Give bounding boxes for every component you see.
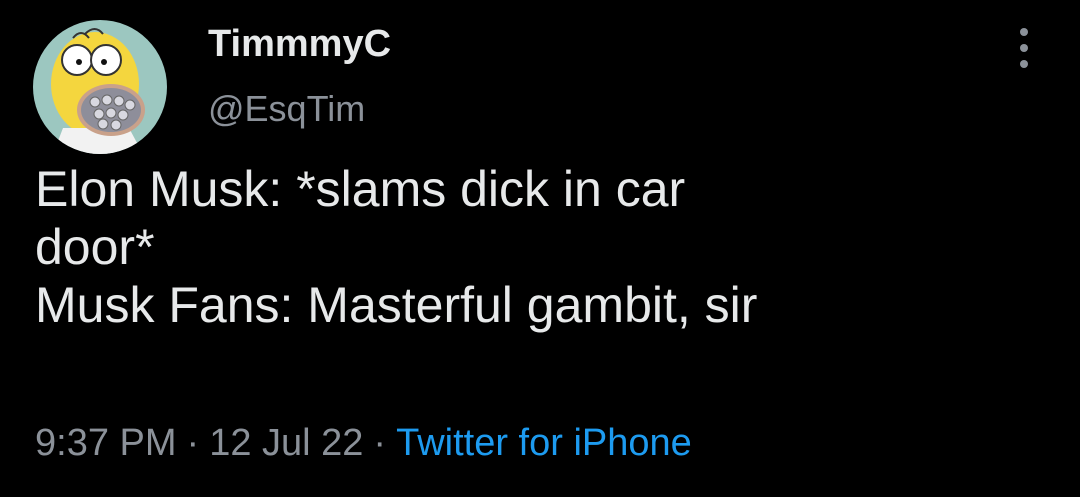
tweet-metadata: 9:37 PM · 12 Jul 22 · Twitter for iPhone (35, 419, 692, 467)
tweet-text: Elon Musk: *slams dick in car door* Musk… (35, 160, 1045, 334)
tweet-source-link[interactable]: Twitter for iPhone (396, 422, 692, 464)
tweet-time[interactable]: 9:37 PM (35, 422, 177, 464)
author-display-name[interactable]: TimmmyC (208, 22, 391, 66)
tweet-card: TimmmyC @EsqTim Elon Musk: *slams dick i… (0, 0, 1080, 497)
tweet-date[interactable]: 12 Jul 22 (209, 422, 363, 464)
homer-simpson-avatar-image (33, 20, 167, 154)
avatar[interactable] (33, 20, 167, 154)
tweet-text-line: door* (35, 219, 155, 275)
tweet-text-line: Musk Fans: Masterful gambit, sir (35, 277, 758, 333)
more-vertical-icon (1020, 28, 1028, 68)
more-options-button[interactable] (1006, 22, 1042, 74)
meta-separator: · (186, 422, 200, 464)
meta-separator: · (373, 422, 387, 464)
tweet-text-line: Elon Musk: *slams dick in car (35, 161, 686, 217)
author-handle[interactable]: @EsqTim (208, 88, 365, 130)
